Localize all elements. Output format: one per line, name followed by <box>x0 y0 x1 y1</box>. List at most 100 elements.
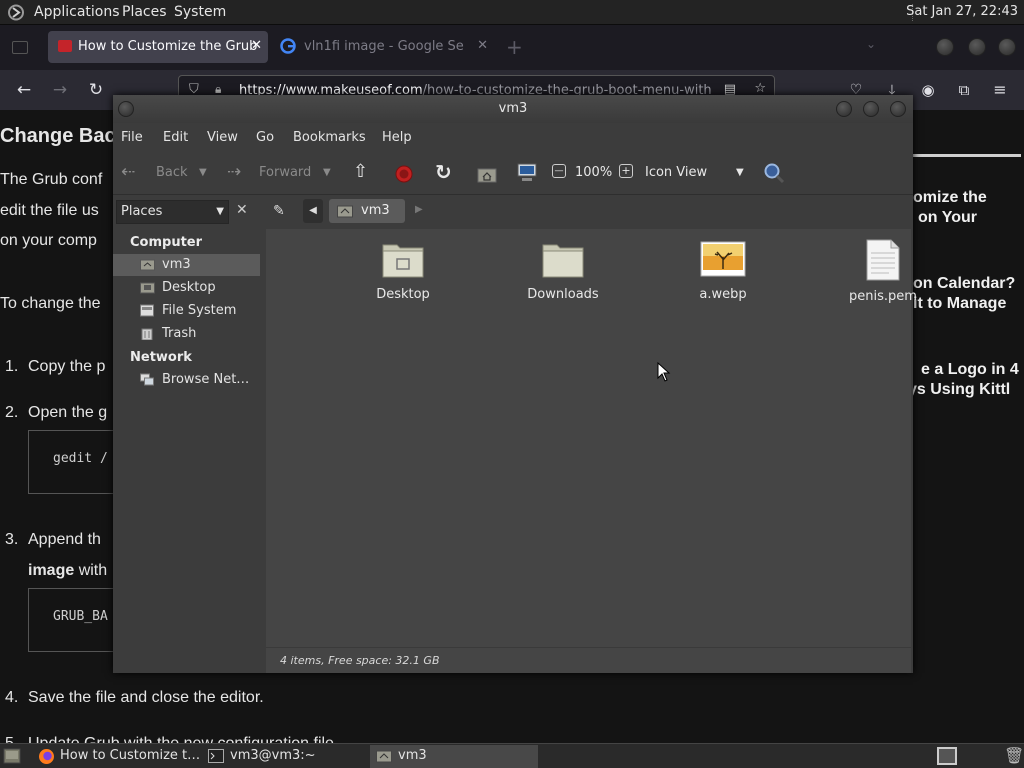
network-icon <box>140 373 154 386</box>
window-titlebar[interactable]: vm3 <box>113 95 913 123</box>
file-name: penis.pem <box>849 289 917 304</box>
sidebar-item-vm3[interactable]: vm3 <box>113 254 260 276</box>
close-button[interactable] <box>890 101 906 117</box>
help-menu[interactable]: Help <box>382 130 412 145</box>
browser-maximize-button[interactable] <box>968 38 986 56</box>
top-panel: Applications Places System Sat Jan 27, 2… <box>0 0 1024 25</box>
forward-arrow-icon[interactable]: ⇢ <box>227 162 241 182</box>
sidebar-item-browse-network[interactable]: Browse Net… <box>113 369 260 391</box>
clock[interactable]: Sat Jan 27, 22:43 <box>906 4 1018 19</box>
browser-close-button[interactable] <box>998 38 1016 56</box>
sidebar-link-logo[interactable]: e a Logo in 4 ys Using Kittl <box>908 360 1019 400</box>
paragraph-line: on your comp <box>0 232 97 249</box>
places-menu[interactable]: Places <box>122 4 167 20</box>
file-item-a-webp[interactable]: a.webp <box>663 239 783 302</box>
system-menu[interactable]: System <box>174 4 226 20</box>
tab-overview-icon[interactable] <box>12 41 28 54</box>
tab-google-search[interactable]: vln1fi image - Google Se ✕ <box>274 31 494 63</box>
browser-minimize-button[interactable] <box>936 38 954 56</box>
back-arrow-icon[interactable]: ⇠ <box>121 162 135 182</box>
taskbar-item-firefox[interactable]: How to Customize t… <box>32 745 200 768</box>
sidebar-item-label: vm3 <box>162 257 191 272</box>
sidebar-link-line: e a Logo in 4 <box>921 361 1019 378</box>
reload-icon[interactable]: ↻ <box>435 160 452 184</box>
search-icon[interactable] <box>763 162 785 184</box>
stop-icon[interactable] <box>395 165 413 183</box>
taskbar-label: vm3 <box>398 748 427 763</box>
computer-icon[interactable] <box>516 163 538 183</box>
list-item-text-line2: image with <box>28 562 107 580</box>
view-menu[interactable]: View <box>207 130 238 145</box>
path-scroll-right-icon[interactable]: ▶ <box>415 204 423 215</box>
bookmark-star-icon[interactable]: ☆ <box>754 81 766 96</box>
file-menu[interactable]: File <box>121 130 143 145</box>
forward-arrow-icon[interactable]: → <box>48 78 72 102</box>
paragraph-line: edit the file us <box>0 202 99 219</box>
minimize-button[interactable] <box>836 101 852 117</box>
back-arrow-icon[interactable]: ← <box>12 78 36 102</box>
reload-icon[interactable]: ↻ <box>84 78 108 102</box>
sidebar-link-line: omize the <box>913 189 987 206</box>
path-button-label: vm3 <box>361 203 390 218</box>
google-favicon-icon <box>280 38 296 54</box>
close-tab-icon[interactable]: ✕ <box>251 38 262 53</box>
sidebar-link-customize[interactable]: omize the on Your <box>913 188 987 228</box>
go-menu[interactable]: Go <box>256 130 274 145</box>
new-tab-icon[interactable]: + <box>506 35 523 59</box>
show-desktop-icon[interactable] <box>3 748 21 764</box>
location-edit-icon[interactable]: ✎ <box>273 203 291 221</box>
list-tabs-chevron-icon[interactable]: ⌄ <box>866 37 876 51</box>
tab-grub-article[interactable]: How to Customize the Grub ✕ <box>48 31 268 63</box>
distro-logo-icon[interactable] <box>7 4 25 21</box>
file-item-desktop[interactable]: Desktop <box>343 239 463 302</box>
list-number: 1. <box>5 358 19 375</box>
home-folder-icon[interactable] <box>477 165 497 183</box>
back-history-dropdown-icon[interactable]: ▼ <box>199 167 207 178</box>
path-scroll-left-icon[interactable]: ◀ <box>303 199 323 223</box>
hamburger-menu-icon[interactable]: ≡ <box>988 78 1012 102</box>
folder-icon <box>542 244 584 278</box>
bold-term: image <box>28 562 75 579</box>
back-button[interactable]: Back <box>156 165 188 180</box>
taskbar-item-terminal[interactable]: vm3@vm3:~ <box>202 745 366 768</box>
file-icon-view[interactable]: Desktop Downloads a.webp penis.pem <box>266 229 917 647</box>
edit-menu[interactable]: Edit <box>163 130 188 145</box>
parent-folder-up-icon[interactable]: ⇧ <box>353 161 368 182</box>
forward-button[interactable]: Forward <box>259 165 311 180</box>
sidebar-item-file-system[interactable]: File System <box>113 300 260 322</box>
sidebar-item-desktop[interactable]: Desktop <box>113 277 260 299</box>
close-tab-icon[interactable]: ✕ <box>477 38 488 53</box>
bookmarks-menu[interactable]: Bookmarks <box>293 130 366 145</box>
file-item-penis-pem[interactable]: penis.pem <box>823 239 943 304</box>
sidebar-item-label: Trash <box>162 326 197 341</box>
list-item-text: Copy the p <box>28 358 106 375</box>
mouse-cursor-icon <box>657 362 671 382</box>
sidebar-item-label: Browse Net… <box>162 372 250 387</box>
file-name: Desktop <box>376 287 430 302</box>
sidebar-item-trash[interactable]: Trash <box>113 323 260 345</box>
list-number: 5. <box>5 735 18 743</box>
extensions-icon[interactable]: ⧉ <box>952 78 976 102</box>
taskbar-item-vm3[interactable]: vm3 <box>370 745 538 768</box>
trash-applet-icon[interactable]: 🗑︎ <box>1004 746 1024 765</box>
forward-history-dropdown-icon[interactable]: ▼ <box>323 167 331 178</box>
file-item-downloads[interactable]: Downloads <box>503 239 623 302</box>
zoom-in-icon[interactable]: + <box>619 164 633 178</box>
zoom-out-icon[interactable]: — <box>552 164 566 178</box>
places-combo[interactable]: Places ▼ <box>116 200 229 224</box>
close-sidebar-icon[interactable]: ✕ <box>236 202 248 218</box>
view-mode-select[interactable]: Icon View <box>645 165 707 180</box>
workspace-switcher[interactable] <box>937 747 957 765</box>
makeuseof-favicon-icon <box>58 40 72 52</box>
view-mode-dropdown-icon[interactable]: ▼ <box>736 167 744 178</box>
list-number: 2. <box>5 404 19 421</box>
applications-menu[interactable]: Applications <box>34 4 120 20</box>
maximize-button[interactable] <box>863 101 879 117</box>
path-button-vm3[interactable]: vm3 <box>329 199 405 223</box>
window-menu-button[interactable] <box>118 101 134 117</box>
taskbar-label: vm3@vm3:~ <box>230 748 316 763</box>
hard-drive-icon <box>140 304 154 317</box>
zoom-level[interactable]: 100% <box>575 165 612 180</box>
account-icon[interactable]: ◉ <box>916 78 940 102</box>
list-item-text: Append th <box>28 531 101 548</box>
